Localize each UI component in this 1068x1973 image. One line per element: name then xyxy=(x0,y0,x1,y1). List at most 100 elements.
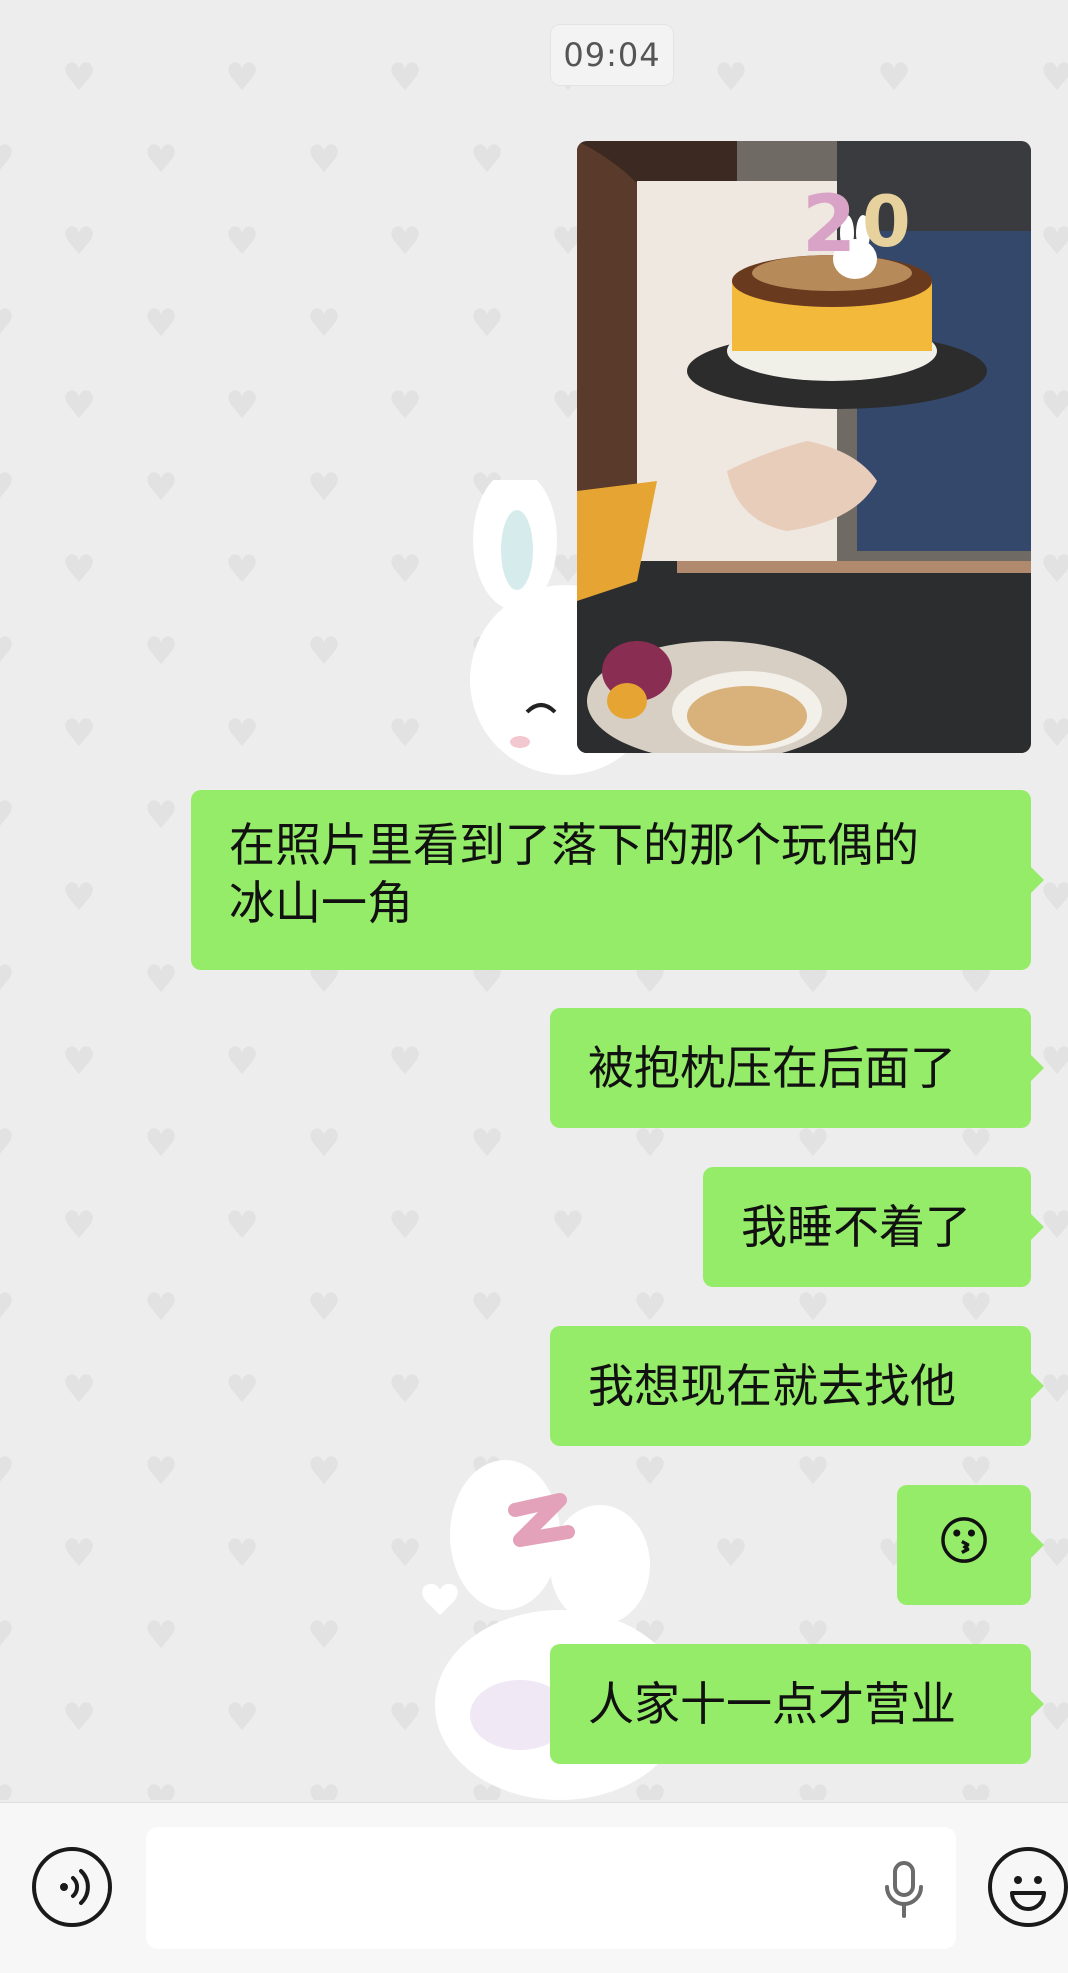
wallpaper-heart: ♥ xyxy=(307,1121,342,1165)
wallpaper-heart: ♥ xyxy=(62,55,97,99)
wallpaper-heart: ♥ xyxy=(144,1121,179,1165)
wallpaper-heart: ♥ xyxy=(144,793,179,837)
wallpaper-heart: ♥ xyxy=(225,55,260,99)
wallpaper-heart: ♥ xyxy=(307,137,342,181)
wallpaper-heart: ♥ xyxy=(62,219,97,263)
wallpaper-heart: ♥ xyxy=(1040,55,1068,99)
wallpaper-heart: ♥ xyxy=(144,1285,179,1329)
wallpaper-heart: ♥ xyxy=(959,1777,994,1800)
wallpaper-heart: ♥ xyxy=(388,1203,423,1247)
wallpaper-heart: ♥ xyxy=(796,1121,831,1165)
wallpaper-heart: ♥ xyxy=(1040,1039,1068,1083)
message-text: 人家十一点才营业 xyxy=(588,1677,956,1731)
emoji-message-bubble[interactable]: 😗 xyxy=(897,1485,1044,1605)
wallpaper-heart: ♥ xyxy=(307,1285,342,1329)
wallpaper-heart: ♥ xyxy=(62,1531,97,1575)
wallpaper-heart: ♥ xyxy=(62,547,97,591)
wallpaper-heart: ♥ xyxy=(1040,1203,1068,1247)
microphone-icon[interactable] xyxy=(882,1861,926,1919)
wallpaper-heart: ♥ xyxy=(144,957,179,1001)
wallpaper-heart: ♥ xyxy=(307,301,342,345)
message-bubble[interactable]: 我想现在就去找他 xyxy=(550,1326,1044,1446)
message-bubble[interactable]: 被抱枕压在后面了 xyxy=(550,1008,1044,1128)
wallpaper-heart: ♥ xyxy=(225,1203,260,1247)
wallpaper-heart: ♥ xyxy=(388,383,423,427)
wallpaper-heart: ♥ xyxy=(959,1121,994,1165)
svg-text:2: 2 xyxy=(802,180,856,270)
wallpaper-heart: ♥ xyxy=(0,632,15,670)
wallpaper-heart: ♥ xyxy=(714,55,749,99)
wallpaper-heart: ♥ xyxy=(1040,383,1068,427)
wallpaper-heart: ♥ xyxy=(1040,1531,1068,1575)
wallpaper-heart: ♥ xyxy=(62,1039,97,1083)
wallpaper-heart: ♥ xyxy=(144,465,179,509)
wallpaper-heart: ♥ xyxy=(62,1203,97,1247)
wallpaper-heart: ♥ xyxy=(1040,1695,1068,1739)
wallpaper-heart: ♥ xyxy=(225,219,260,263)
smiley-icon xyxy=(1010,1876,1046,1911)
wallpaper-heart: ♥ xyxy=(388,55,423,99)
wallpaper-heart: ♥ xyxy=(1040,219,1068,263)
kissing-face-emoji: 😗 xyxy=(936,1512,992,1572)
wallpaper-heart: ♥ xyxy=(0,304,15,342)
wallpaper-heart: ♥ xyxy=(144,629,179,673)
wallpaper-heart: ♥ xyxy=(959,1449,994,1493)
message-bubble[interactable]: 在照片里看到了落下的那个玩偶的 冰山一角 xyxy=(191,790,1044,970)
wallpaper-heart: ♥ xyxy=(1040,711,1068,755)
wallpaper-heart: ♥ xyxy=(0,1288,15,1326)
wallpaper-heart: ♥ xyxy=(0,1780,15,1800)
wallpaper-heart: ♥ xyxy=(225,383,260,427)
wallpaper-heart: ♥ xyxy=(0,796,15,834)
wallpaper-heart: ♥ xyxy=(470,1121,505,1165)
wallpaper-heart: ♥ xyxy=(307,465,342,509)
wallpaper-heart: ♥ xyxy=(62,383,97,427)
message-bubble[interactable]: 我睡不着了 xyxy=(703,1167,1044,1287)
wallpaper-heart: ♥ xyxy=(62,711,97,755)
wallpaper-heart: ♥ xyxy=(225,1039,260,1083)
wallpaper-heart: ♥ xyxy=(633,1121,668,1165)
wallpaper-heart: ♥ xyxy=(144,1613,179,1657)
wallpaper-heart: ♥ xyxy=(62,1695,97,1739)
wallpaper-heart: ♥ xyxy=(144,137,179,181)
wallpaper-heart: ♥ xyxy=(388,711,423,755)
voice-toggle-button[interactable] xyxy=(32,1847,112,1927)
wallpaper-heart: ♥ xyxy=(144,301,179,345)
wallpaper-heart: ♥ xyxy=(551,1203,586,1247)
wallpaper-heart: ♥ xyxy=(307,1449,342,1493)
wallpaper-heart: ♥ xyxy=(796,1777,831,1800)
wallpaper-heart: ♥ xyxy=(307,1777,342,1800)
wallpaper-heart: ♥ xyxy=(470,301,505,345)
wallpaper-heart: ♥ xyxy=(388,1367,423,1411)
wallpaper-heart: ♥ xyxy=(225,1695,260,1739)
wallpaper-heart: ♥ xyxy=(0,468,15,506)
wallpaper-heart: ♥ xyxy=(144,1777,179,1800)
wallpaper-heart: ♥ xyxy=(0,1616,15,1654)
wallpaper-heart: ♥ xyxy=(796,1285,831,1329)
wallpaper-heart: ♥ xyxy=(388,219,423,263)
wallpaper-heart: ♥ xyxy=(877,55,912,99)
wallpaper-heart: ♥ xyxy=(225,547,260,591)
wallpaper-heart: ♥ xyxy=(225,711,260,755)
wallpaper-heart: ♥ xyxy=(225,1531,260,1575)
message-text-line: 在照片里看到了落下的那个玩偶的 xyxy=(229,818,919,872)
message-text-line: 冰山一角 xyxy=(229,876,413,930)
wallpaper-heart: ♥ xyxy=(307,629,342,673)
message-bubble[interactable]: 人家十一点才营业 xyxy=(550,1644,1044,1764)
wallpaper-heart: ♥ xyxy=(0,1124,15,1162)
emoji-button[interactable] xyxy=(988,1847,1068,1927)
message-text: 我睡不着了 xyxy=(741,1200,971,1254)
chat-input-bar xyxy=(0,1802,1068,1973)
wallpaper-heart: ♥ xyxy=(1040,875,1068,919)
wallpaper-heart: ♥ xyxy=(307,1613,342,1657)
wallpaper-heart: ♥ xyxy=(1040,547,1068,591)
wallpaper-heart: ♥ xyxy=(388,1039,423,1083)
wallpaper-heart: ♥ xyxy=(959,1285,994,1329)
photo-message[interactable]: 2 0 xyxy=(577,141,1031,753)
message-input[interactable] xyxy=(146,1827,956,1949)
voice-icon xyxy=(60,1869,90,1905)
wallpaper-heart: ♥ xyxy=(388,547,423,591)
wallpaper-heart: ♥ xyxy=(62,875,97,919)
wallpaper-heart: ♥ xyxy=(0,140,15,178)
message-text: 我想现在就去找他 xyxy=(588,1359,956,1413)
cake-photo-image: 2 0 xyxy=(577,141,1031,753)
